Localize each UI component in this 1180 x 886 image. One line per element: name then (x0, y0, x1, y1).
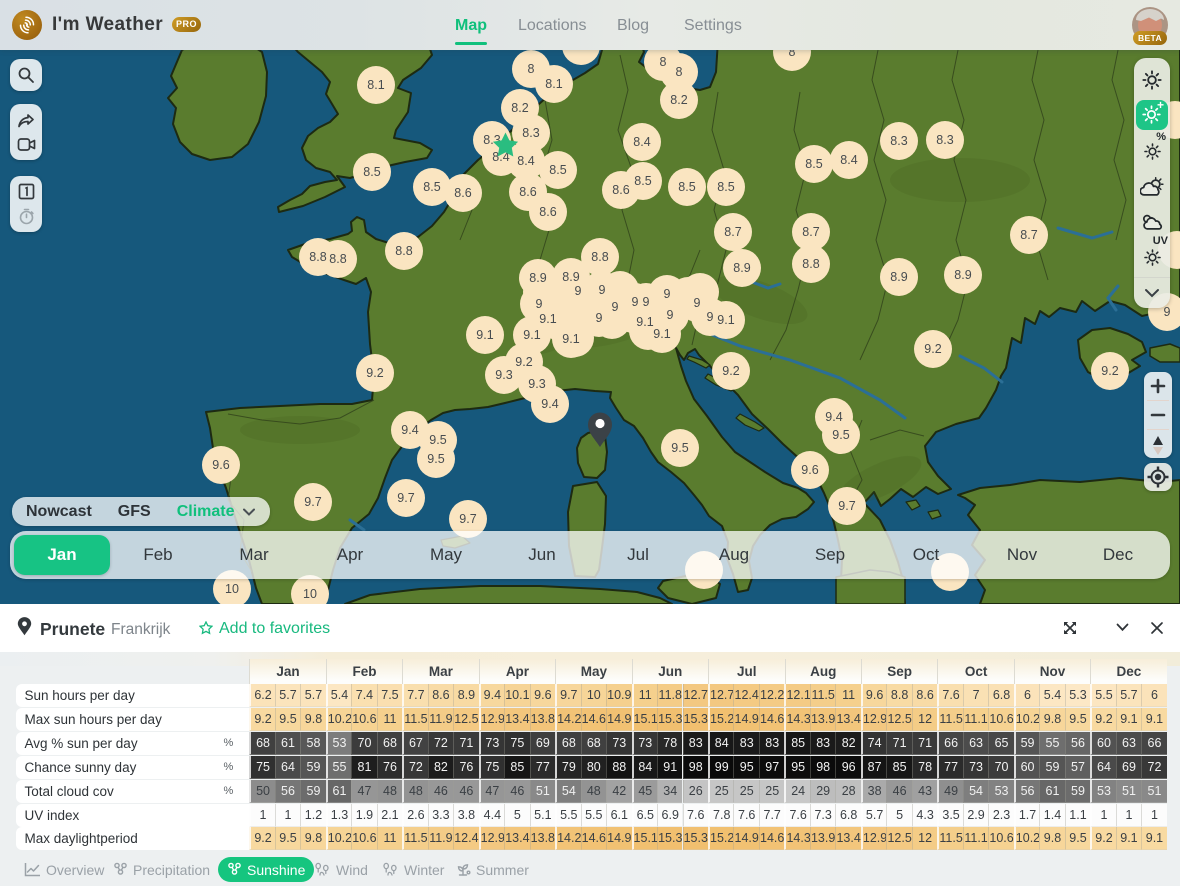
svg-text:9: 9 (596, 311, 603, 325)
svg-text:9.4: 9.4 (825, 410, 842, 424)
svg-text:9.1: 9.1 (653, 327, 670, 341)
svg-text:8: 8 (528, 62, 535, 76)
svg-text:8.5: 8.5 (678, 180, 695, 194)
svg-text:9.2: 9.2 (924, 342, 941, 356)
svg-text:9.5: 9.5 (671, 441, 688, 455)
svg-text:8.5: 8.5 (423, 180, 440, 194)
svg-text:9.7: 9.7 (838, 499, 855, 513)
svg-text:8: 8 (676, 65, 683, 79)
svg-text:9: 9 (1164, 305, 1171, 319)
svg-text:8.6: 8.6 (519, 185, 536, 199)
svg-text:9.7: 9.7 (459, 512, 476, 526)
svg-text:8.9: 8.9 (529, 271, 546, 285)
svg-text:9: 9 (612, 300, 619, 314)
svg-text:8.1: 8.1 (367, 78, 384, 92)
svg-text:9.7: 9.7 (397, 491, 414, 505)
svg-text:9.4: 9.4 (541, 397, 558, 411)
svg-text:8.5: 8.5 (363, 165, 380, 179)
svg-text:9: 9 (599, 283, 606, 297)
svg-text:8.6: 8.6 (454, 186, 471, 200)
svg-text:8.8: 8.8 (802, 257, 819, 271)
svg-text:9.1: 9.1 (562, 332, 579, 346)
svg-text:9.6: 9.6 (801, 463, 818, 477)
svg-text:9.3: 9.3 (528, 377, 545, 391)
svg-text:8: 8 (660, 55, 667, 69)
svg-text:8.8: 8.8 (329, 252, 346, 266)
svg-text:8.9: 8.9 (954, 268, 971, 282)
svg-text:9: 9 (536, 297, 543, 311)
svg-text:9: 9 (707, 310, 714, 324)
svg-text:8.5: 8.5 (549, 163, 566, 177)
svg-text:9.1: 9.1 (476, 328, 493, 342)
svg-text:8.7: 8.7 (802, 225, 819, 239)
svg-text:9.1: 9.1 (539, 312, 556, 326)
svg-text:8.8: 8.8 (309, 250, 326, 264)
svg-text:9.4: 9.4 (401, 423, 418, 437)
svg-text:9.2: 9.2 (366, 366, 383, 380)
svg-text:9.7: 9.7 (304, 495, 321, 509)
svg-text:8.5: 8.5 (805, 157, 822, 171)
svg-text:9.5: 9.5 (427, 452, 444, 466)
svg-text:10: 10 (303, 587, 317, 601)
svg-text:8.5: 8.5 (634, 174, 651, 188)
svg-text:8.9: 8.9 (562, 270, 579, 284)
svg-text:9: 9 (694, 296, 701, 310)
svg-text:8.3: 8.3 (890, 134, 907, 148)
svg-text:9.1: 9.1 (717, 313, 734, 327)
svg-text:8.5: 8.5 (717, 180, 734, 194)
svg-text:9.1: 9.1 (523, 328, 540, 342)
svg-text:8.3: 8.3 (522, 126, 539, 140)
svg-text:8.4: 8.4 (517, 154, 534, 168)
svg-text:8.8: 8.8 (591, 250, 608, 264)
svg-text:9.2: 9.2 (1101, 364, 1118, 378)
svg-text:8.8: 8.8 (395, 244, 412, 258)
svg-text:9: 9 (643, 295, 650, 309)
svg-text:9: 9 (632, 295, 639, 309)
svg-text:8.7: 8.7 (724, 225, 741, 239)
svg-text:8.2: 8.2 (511, 101, 528, 115)
svg-text:9.5: 9.5 (429, 433, 446, 447)
svg-text:9.5: 9.5 (832, 428, 849, 442)
svg-text:8.6: 8.6 (539, 205, 556, 219)
svg-text:8.9: 8.9 (890, 270, 907, 284)
svg-text:9.2: 9.2 (722, 364, 739, 378)
svg-text:9: 9 (667, 308, 674, 322)
svg-text:9.3: 9.3 (495, 368, 512, 382)
svg-text:8.3: 8.3 (936, 133, 953, 147)
svg-text:9: 9 (664, 287, 671, 301)
svg-text:8.1: 8.1 (545, 77, 562, 91)
svg-text:10: 10 (225, 582, 239, 596)
svg-text:8.2: 8.2 (670, 93, 687, 107)
svg-text:8.6: 8.6 (612, 183, 629, 197)
svg-text:9.2: 9.2 (515, 355, 532, 369)
svg-text:8.4: 8.4 (633, 135, 650, 149)
svg-text:8.9: 8.9 (733, 261, 750, 275)
svg-text:9: 9 (575, 284, 582, 298)
svg-text:8.4: 8.4 (840, 153, 857, 167)
svg-text:9.6: 9.6 (212, 458, 229, 472)
svg-text:8.7: 8.7 (1020, 228, 1037, 242)
svg-text:9.1: 9.1 (636, 315, 653, 329)
